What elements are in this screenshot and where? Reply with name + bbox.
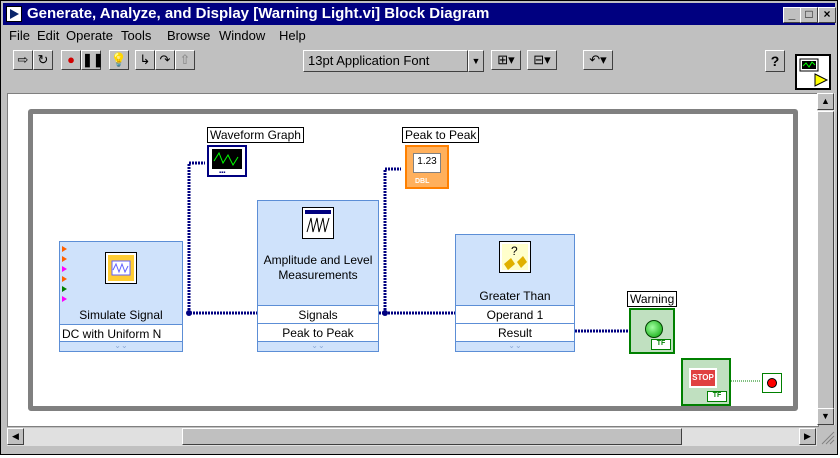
warning-indicator[interactable]: TF <box>629 308 675 354</box>
signals-input-terminal[interactable]: Signals <box>258 305 378 323</box>
waveform-wire-junction-2 <box>382 310 388 316</box>
warning-label[interactable]: Warning <box>627 291 678 307</box>
tf-type-label: TF <box>651 339 671 350</box>
greater-than-title: Greater Than <box>479 289 551 303</box>
stop-button-icon: STOP <box>689 368 717 388</box>
amplitude-level-vi[interactable]: Amplitude and Level Measurements Signals… <box>257 200 379 352</box>
result-terminal[interactable]: Result <box>456 323 574 341</box>
block-diagram-window: Generate, Analyze, and Display [Warning … <box>0 0 838 455</box>
simulate-signal-vi[interactable]: Simulate Signal DC with Uniform N ⌄⌄ <box>59 241 183 352</box>
expand-chevron-icon[interactable]: ⌄⌄ <box>60 341 182 351</box>
peak-to-peak-indicator[interactable]: 1.23 DBL <box>405 145 449 189</box>
tf-type-label-2: TF <box>707 391 727 402</box>
numeric-display: 1.23 <box>413 153 441 173</box>
simulate-signal-title: Simulate Signal <box>79 308 163 322</box>
expand-chevron-icon-3[interactable]: ⌄⌄ <box>456 341 574 351</box>
simulate-signal-icon <box>105 252 137 284</box>
amplitude-title: Amplitude and Level Measurements <box>263 253 373 282</box>
loop-condition-terminal[interactable] <box>762 373 782 393</box>
led-icon <box>645 320 663 338</box>
greater-than-vi[interactable]: ? Greater Than Operand 1 Result ⌄⌄ <box>455 234 575 352</box>
expand-chevron-icon-2[interactable]: ⌄⌄ <box>258 341 378 351</box>
waveform-graph-terminal[interactable]: ▪▪▪ <box>207 145 247 177</box>
waveform-graph-label[interactable]: Waveform Graph <box>207 127 304 143</box>
peak-to-peak-output-terminal[interactable]: Peak to Peak <box>258 323 378 341</box>
comparison-icon: ? <box>499 241 531 273</box>
graph-icon: ▪▪▪ <box>212 149 242 176</box>
input-terminals-icon <box>62 246 67 302</box>
stop-button-control[interactable]: STOP TF <box>681 358 731 406</box>
peak-to-peak-label[interactable]: Peak to Peak <box>402 127 480 143</box>
svg-text:▪▪▪: ▪▪▪ <box>219 170 225 175</box>
operand-1-terminal[interactable]: Operand 1 <box>456 305 574 323</box>
dbl-type-label: DBL <box>415 178 430 185</box>
simulate-signal-output-terminal[interactable]: DC with Uniform N <box>60 324 182 342</box>
amplitude-measurement-icon <box>302 207 334 239</box>
waveform-wire-junction <box>186 310 192 316</box>
svg-text:?: ? <box>511 244 518 258</box>
